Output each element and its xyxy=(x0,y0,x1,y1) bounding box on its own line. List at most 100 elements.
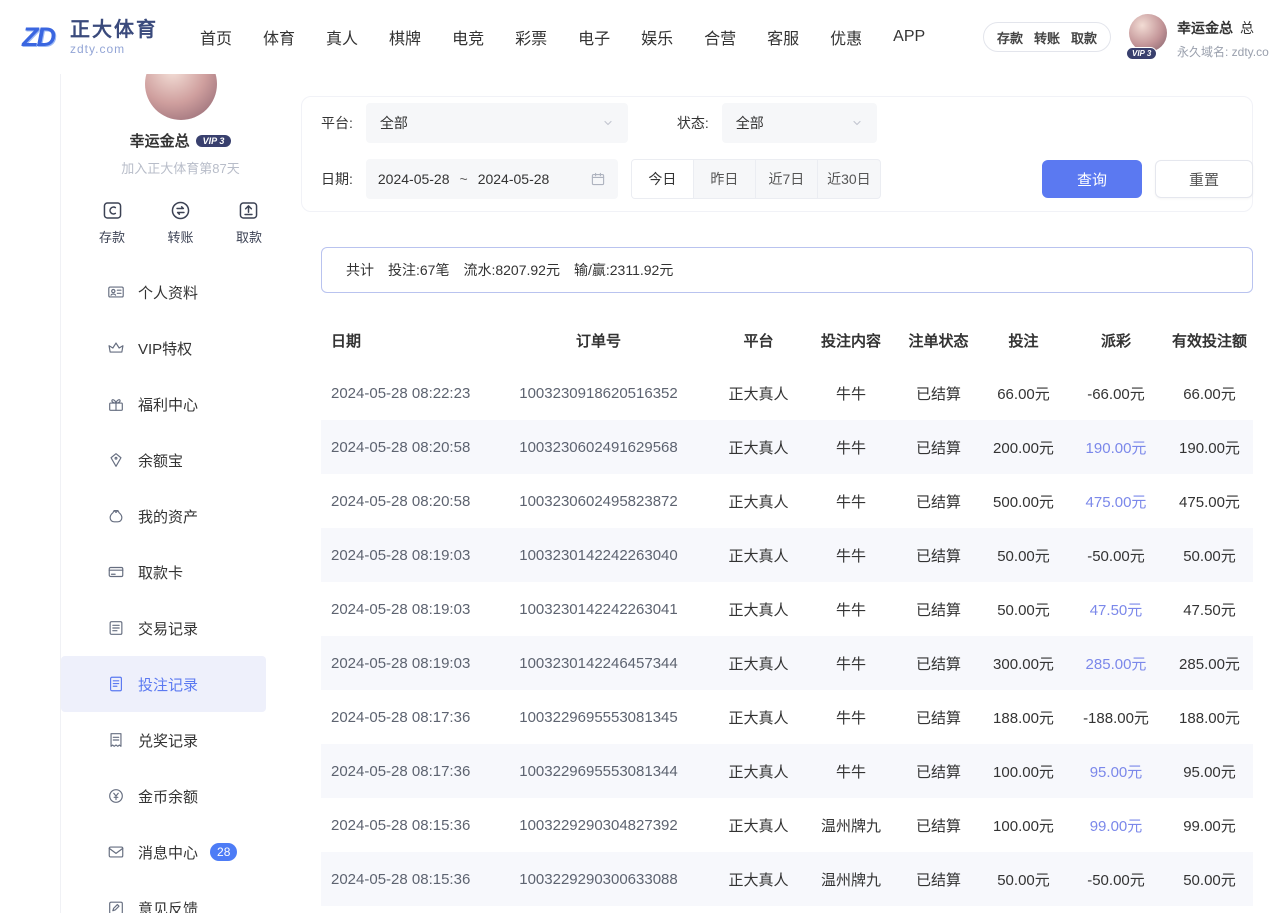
brand-logo[interactable]: ZD 正大体育 zdty.com xyxy=(14,14,158,60)
col-header: 有效投注额 xyxy=(1166,315,1253,366)
table-row: 2024-05-28 08:19:031003230142246457344正大… xyxy=(321,636,1253,690)
summary-bar: 共计投注:67笔流水:8207.92元输/赢:2311.92元 xyxy=(321,247,1253,293)
main-nav: 首页 体育 真人 棋牌 电竞 彩票 电子 娱乐 合营 客服 优惠 APP xyxy=(200,25,925,49)
cell-bet-content: 牛牛 xyxy=(806,744,896,798)
user-name: 幸运金总 xyxy=(1177,20,1233,36)
range-button[interactable]: 今日 xyxy=(632,160,694,198)
status-select[interactable]: 全部 xyxy=(722,103,877,143)
nav-item[interactable]: 电竞 xyxy=(452,25,484,49)
cell-valid-amount: 475.00元 xyxy=(1166,474,1253,528)
quick-action[interactable]: 存款 xyxy=(99,199,125,246)
sidebar-item[interactable]: 余额宝 xyxy=(61,432,266,488)
range-button[interactable]: 昨日 xyxy=(694,160,756,198)
cell-status: 已结算 xyxy=(896,420,981,474)
wallet-pill-item[interactable]: 转账 xyxy=(1034,28,1060,47)
unread-badge: 28 xyxy=(210,843,237,861)
reset-button[interactable]: 重置 xyxy=(1155,160,1253,198)
nav-item[interactable]: 真人 xyxy=(326,25,358,49)
cell-valid-amount: 190.00元 xyxy=(1166,420,1253,474)
logo-icon: ZD xyxy=(14,14,62,60)
nav-item[interactable]: 棋牌 xyxy=(389,25,421,49)
cell-bet-amount: 50.00元 xyxy=(981,582,1066,636)
list-icon xyxy=(107,619,125,637)
sidebar-item[interactable]: 交易记录 xyxy=(61,600,266,656)
bank-card-icon xyxy=(107,563,125,581)
cell-status: 已结算 xyxy=(896,690,981,744)
date-separator: ~ xyxy=(460,171,468,187)
top-navbar: ZD 正大体育 zdty.com 首页 体育 真人 棋牌 电竞 彩票 电子 娱乐 合营 客服 优惠 A… xyxy=(0,0,1269,74)
cell-date: 2024-05-28 08:17:36 xyxy=(321,690,486,744)
summary-segment: 投注:67笔 xyxy=(388,260,449,280)
sidebar-item[interactable]: 意见反馈 xyxy=(61,880,266,913)
sidebar-item[interactable]: VIP特权 xyxy=(61,320,266,376)
sidebar-item[interactable]: 金币余额 xyxy=(61,768,266,824)
user-name-clipped: 总 xyxy=(1240,20,1254,36)
cell-order-number: 1003230602495823872 xyxy=(486,474,711,528)
nav-item[interactable]: 合营 xyxy=(704,25,736,49)
ticket-icon xyxy=(107,731,125,749)
cell-payout: -188.00元 xyxy=(1066,690,1166,744)
cell-platform: 正大真人 xyxy=(711,366,806,420)
cell-order-number: 1003229290304827392 xyxy=(486,798,711,852)
mail-icon xyxy=(107,843,125,861)
cell-platform: 正大真人 xyxy=(711,474,806,528)
cell-payout: 47.50元 xyxy=(1066,582,1166,636)
table-row: 2024-05-28 08:19:031003230142242263041正大… xyxy=(321,582,1253,636)
table-row: 2024-05-28 08:15:361003229290304827392正大… xyxy=(321,798,1253,852)
cell-valid-amount: 50.00元 xyxy=(1166,852,1253,906)
nav-item[interactable]: 体育 xyxy=(263,25,295,49)
table-row: 2024-05-28 08:22:231003230918620516352正大… xyxy=(321,366,1253,420)
search-button[interactable]: 查询 xyxy=(1042,160,1142,198)
cell-bet-amount: 100.00元 xyxy=(981,798,1066,852)
status-select-value: 全部 xyxy=(736,113,851,133)
nav-item[interactable]: 优惠 xyxy=(830,25,862,49)
wallet-pill-item[interactable]: 存款 xyxy=(997,28,1023,47)
table-row: 2024-05-28 08:17:361003229695553081345正大… xyxy=(321,690,1253,744)
sidebar-item[interactable]: 消息中心28 xyxy=(61,824,266,880)
sidebar-item[interactable]: 取款卡 xyxy=(61,544,266,600)
gem-icon xyxy=(107,451,125,469)
sidebar-item-label: 金币余额 xyxy=(138,786,198,807)
range-button[interactable]: 近7日 xyxy=(756,160,818,198)
table-row: 2024-05-28 08:20:581003230602491629568正大… xyxy=(321,420,1253,474)
sidebar-item[interactable]: 投注记录 xyxy=(61,656,266,712)
table-row: 2024-05-28 08:15:361003229290300633088正大… xyxy=(321,852,1253,906)
nav-item[interactable]: 客服 xyxy=(767,25,799,49)
range-group: 今日昨日近7日近30日 xyxy=(631,159,881,199)
quick-action[interactable]: 取款 xyxy=(236,199,262,246)
topbar-right: 存款转账取款 VIP 3 幸运金总总 永久域名: zdty.com xyxy=(983,12,1269,62)
date-range-input[interactable]: 2024-05-28 ~ 2024-05-28 xyxy=(366,159,618,199)
sidebar-item[interactable]: 福利中心 xyxy=(61,376,266,432)
sidebar-item-label: 个人资料 xyxy=(138,282,198,303)
sidebar-item[interactable]: 个人资料 xyxy=(61,264,266,320)
withdraw-icon xyxy=(237,199,260,222)
sidebar-item-label: 交易记录 xyxy=(138,618,198,639)
cell-payout: -50.00元 xyxy=(1066,852,1166,906)
table-row: 2024-05-28 08:20:581003230602495823872正大… xyxy=(321,474,1253,528)
nav-item[interactable]: 彩票 xyxy=(515,25,547,49)
cell-date: 2024-05-28 08:17:36 xyxy=(321,744,486,798)
nav-item[interactable]: APP xyxy=(893,28,925,46)
quick-action-label: 转账 xyxy=(167,227,193,246)
date-start: 2024-05-28 xyxy=(378,171,450,187)
nav-item[interactable]: 电子 xyxy=(578,25,610,49)
cell-order-number: 1003230142242263041 xyxy=(486,582,711,636)
range-button[interactable]: 近30日 xyxy=(818,160,880,198)
cell-status: 已结算 xyxy=(896,582,981,636)
cell-platform: 正大真人 xyxy=(711,528,806,582)
money-bag-icon xyxy=(107,507,125,525)
nav-item[interactable]: 首页 xyxy=(200,25,232,49)
summary-segment: 流水:8207.92元 xyxy=(463,260,560,280)
sidebar-item[interactable]: 兑奖记录 xyxy=(61,712,266,768)
sidebar-menu: 个人资料 VIP特权福利中心余额宝我的资产取款卡交易记录投注记录兑奖记录金币余额消… xyxy=(61,264,300,913)
platform-select[interactable]: 全部 xyxy=(366,103,628,143)
wallet-pill-item[interactable]: 取款 xyxy=(1071,28,1097,47)
quick-action[interactable]: 转账 xyxy=(167,199,193,246)
cell-payout: 99.00元 xyxy=(1066,798,1166,852)
col-header: 注单状态 xyxy=(896,315,981,366)
sidebar-item-label: 意见反馈 xyxy=(138,898,198,913)
cell-status: 已结算 xyxy=(896,636,981,690)
nav-item[interactable]: 娱乐 xyxy=(641,25,673,49)
user-block[interactable]: VIP 3 幸运金总总 永久域名: zdty.com xyxy=(1129,12,1269,62)
sidebar-item[interactable]: 我的资产 xyxy=(61,488,266,544)
